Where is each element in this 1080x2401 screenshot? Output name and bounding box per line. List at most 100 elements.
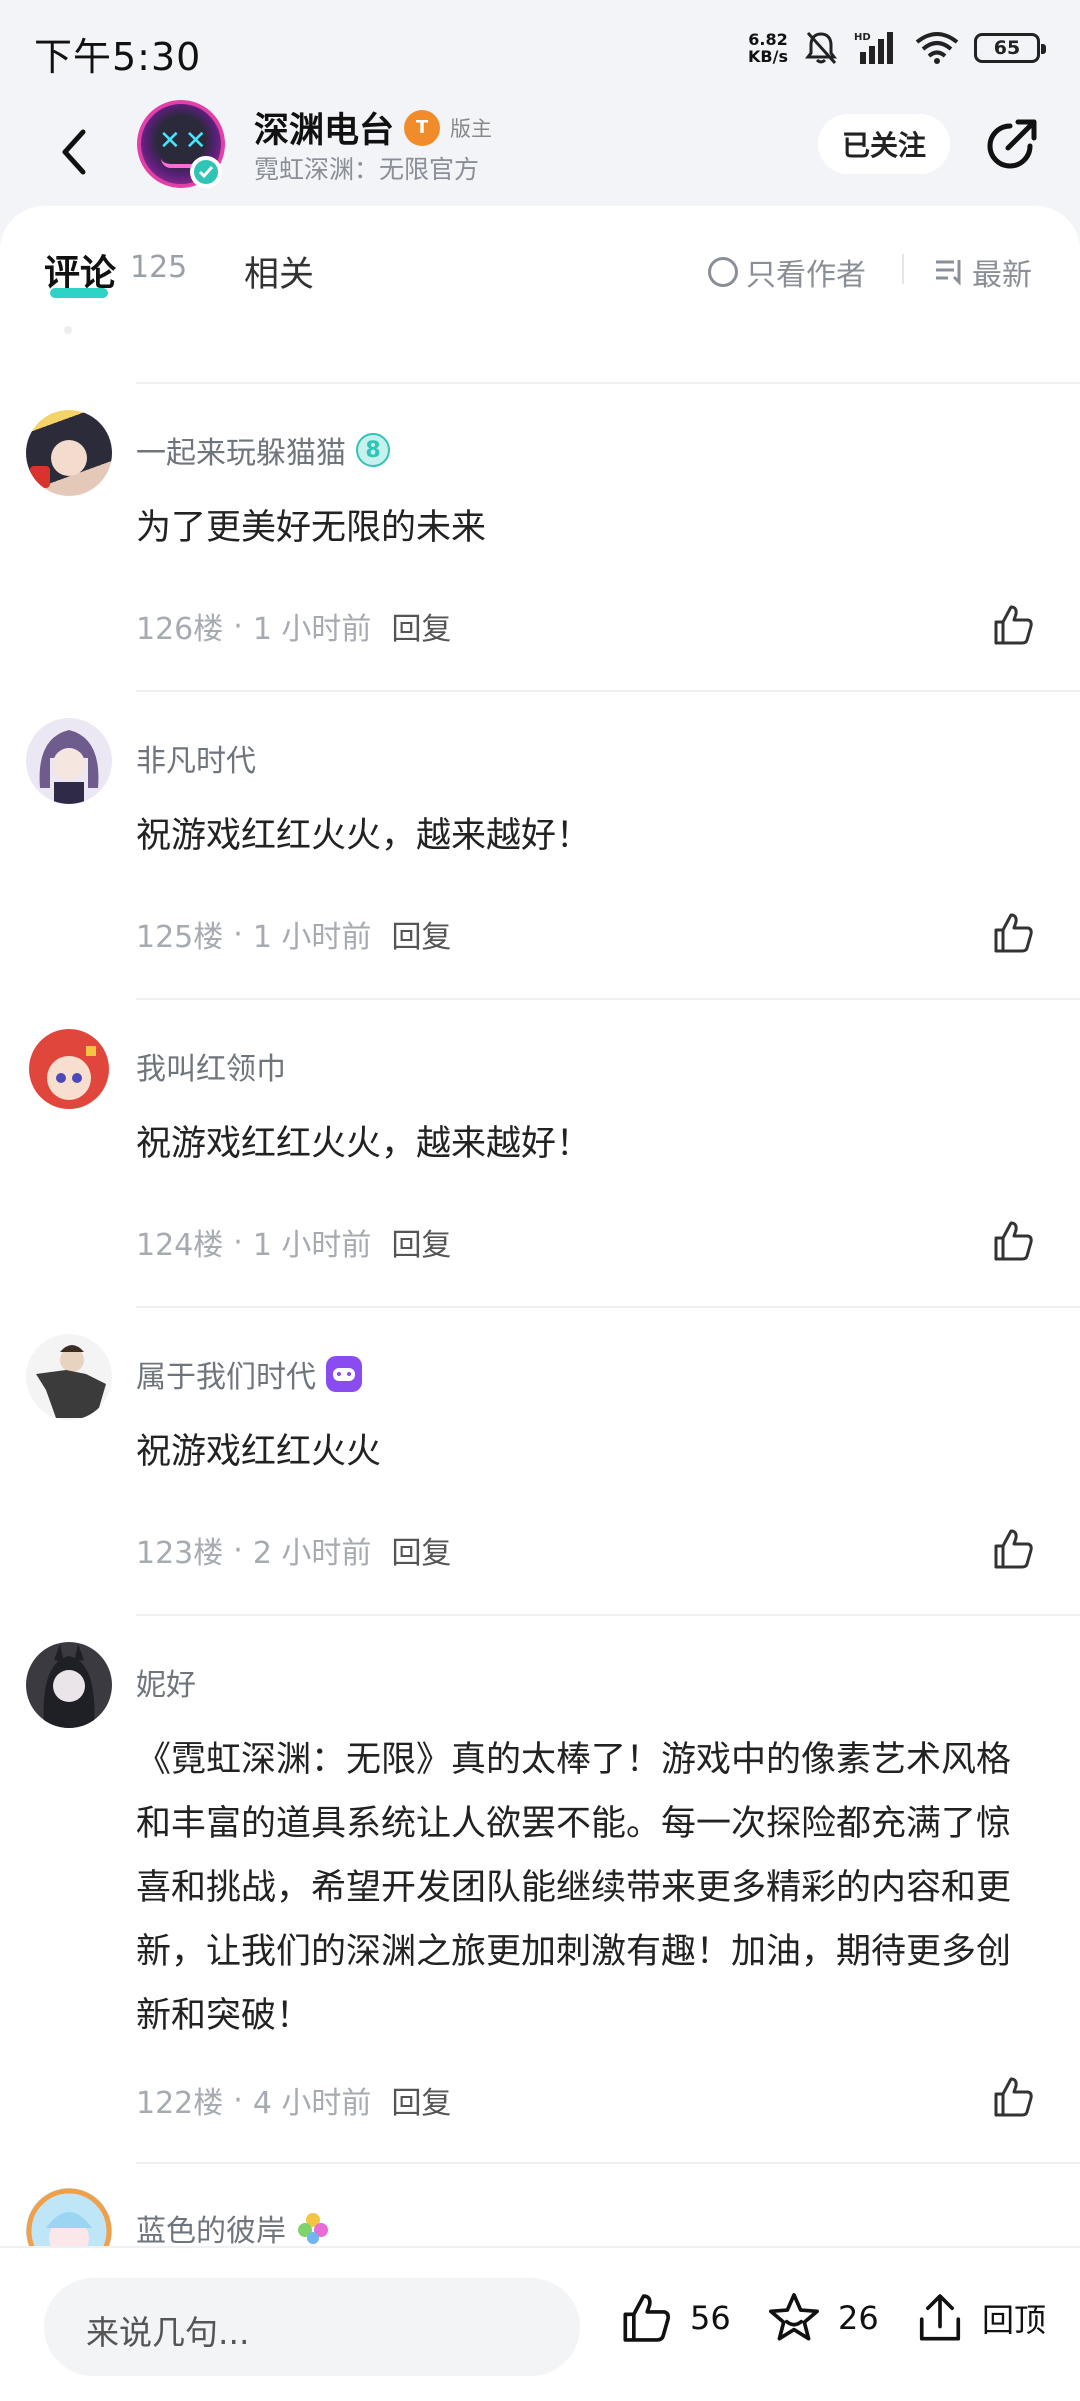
follow-button[interactable]: 已关注 [818,114,950,174]
like-icon[interactable] [990,1526,1036,1572]
comment-text: 为了更美好无限的未来 [136,508,487,548]
bottom-bar: 来说几句... 56 26 回顶 [0,2246,1080,2401]
avatar[interactable] [26,1026,112,1112]
comment-text: 祝游戏红红火火，越来越好！ [136,816,592,856]
comment-user: 属于我们时代 [136,1352,362,1396]
back-to-top-label: 回顶 [982,2301,1047,2339]
comment-time: 1 小时前 [252,612,372,647]
comment-text: 祝游戏红红火火 [136,1432,382,1472]
sort-label: 最新 [972,258,1032,293]
comment-floor: 123楼 [136,1536,224,1571]
comment-username[interactable]: 妮好 [136,1660,196,1704]
reply-button[interactable]: 回复 [391,1528,451,1572]
comment-time: 2 小时前 [252,1536,372,1571]
tab-separator [902,254,904,284]
comment-user: 一起来玩躲猫猫 8 [136,428,390,472]
comment-username[interactable]: 属于我们时代 [136,1352,316,1396]
comment-username[interactable]: 蓝色的彼岸 [136,2206,286,2246]
mute-bell-icon [805,31,837,65]
comment-item: 非凡时代 祝游戏红红火火，越来越好！ 125楼 · 1 小时前 回复 [0,692,1080,1000]
like-count: 56 [690,2299,731,2337]
author-only-toggle[interactable]: 只看作者 [708,250,866,294]
comment-user: 蓝色的彼岸 [136,2206,330,2246]
wifi-icon [915,32,959,64]
comment-time: 4 小时前 [252,2086,372,2121]
comment-user: 非凡时代 [136,736,256,780]
comment-meta: 124楼 · 1 小时前 回复 [136,1220,451,1264]
author-name[interactable]: 深渊电台 [254,102,394,153]
like-icon[interactable] [990,602,1036,648]
author-title-row: 深渊电台 T 版主 [254,102,492,153]
comment-item: 蓝色的彼岸 [0,2164,1080,2246]
sort-icon [936,260,961,286]
flower-badge-icon [298,2213,328,2244]
svg-text:HD: HD [854,32,871,43]
comments-card: 评论 125 相关 只看作者 最新 一起来玩躲猫猫 8 为了更美好无限的未来 1… [0,206,1080,2246]
avatar[interactable] [26,1334,112,1420]
author-subtitle: 霓虹深渊：无限官方 [254,155,480,184]
avatar[interactable] [26,410,112,496]
comment-floor: 124楼 [136,1228,224,1263]
scroll-remnant [64,326,72,334]
back-to-top-button[interactable]: 回顶 [912,2290,1046,2346]
thumbs-up-icon [623,2294,670,2342]
avatar[interactable] [26,1642,112,1728]
upload-icon [919,2294,961,2341]
comment-meta: 123楼 · 2 小时前 回复 [136,1528,451,1572]
status-bar: 下午5:30 6.82 KB/s HD 65 [0,0,1080,96]
share-button[interactable] [980,112,1044,176]
level-badge-icon: 8 [356,433,390,467]
share-icon [987,119,1037,169]
comment-meta: 122楼 · 4 小时前 回复 [136,2078,451,2122]
comment-item: 我叫红领巾 祝游戏红红火火，越来越好！ 124楼 · 1 小时前 回复 [0,1000,1080,1308]
like-icon[interactable] [990,2074,1036,2120]
comment-input[interactable]: 来说几句... [44,2278,580,2376]
author-only-label: 只看作者 [746,258,866,293]
favorite-count: 26 [838,2299,879,2337]
back-button[interactable] [44,112,104,192]
avatar[interactable] [26,718,112,804]
post-header: ✕✕ 深渊电台 T 版主 霓虹深渊：无限官方 已关注 [0,96,1080,208]
comment-floor: 125楼 [136,920,224,955]
comment-meta: 125楼 · 1 小时前 回复 [136,912,451,956]
role-tag: 版主 [450,116,493,141]
chevron-left-icon [62,129,86,175]
tab-active-indicator [50,288,108,298]
game-badge-icon [326,1356,362,1392]
comment-text: 《霓虹深渊：无限》真的太棒了！游戏中的像素艺术风格和丰富的道具系统让人欲罢不能。… [136,1740,1012,2036]
comment-input-placeholder: 来说几句... [86,2313,250,2352]
avatar-face-icon: ✕✕ [159,126,211,156]
status-time: 下午5:30 [34,35,202,79]
avatar[interactable] [26,2188,112,2246]
net-speed-unit: KB/s [748,47,788,66]
comment-item: 属于我们时代 祝游戏红红火火 123楼 · 2 小时前 回复 [0,1308,1080,1616]
reply-button[interactable]: 回复 [391,2078,451,2122]
net-speed-value: 6.82 [748,30,788,49]
battery-icon: 65 [974,33,1046,63]
reply-button[interactable]: 回复 [391,912,451,956]
comment-floor: 126楼 [136,612,224,647]
comment-text: 祝游戏红红火火，越来越好！ [136,1124,592,1164]
comments-count: 125 [130,250,188,285]
comment-user: 妮好 [136,1660,196,1704]
tab-related[interactable]: 相关 [244,246,314,297]
comment-username[interactable]: 一起来玩躲猫猫 [136,428,346,472]
screen: 下午5:30 6.82 KB/s HD 65 ✕✕ 深渊电台 T 版主 霓虹深渊… [0,0,1080,2401]
favorite-button[interactable]: 26 [764,2290,879,2346]
signal-icon: HD [854,32,893,64]
reply-button[interactable]: 回复 [391,604,451,648]
level-badge-icon: T [404,109,441,146]
comment-floor: 122楼 [136,2086,224,2121]
comment-meta: 126楼 · 1 小时前 回复 [136,604,451,648]
comment-item: 妮好 《霓虹深渊：无限》真的太棒了！游戏中的像素艺术风格和丰富的道具系统让人欲罢… [0,1616,1080,2164]
reply-button[interactable]: 回复 [391,1220,451,1264]
comment-username[interactable]: 非凡时代 [136,736,256,780]
comment-username[interactable]: 我叫红领巾 [136,1044,286,1088]
like-icon[interactable] [990,1218,1036,1264]
like-button[interactable]: 56 [616,2290,731,2346]
net-speed: 6.82 KB/s [748,31,788,65]
sort-latest-button[interactable]: 最新 [934,250,1032,294]
status-icons: 6.82 KB/s HD 65 [748,26,1046,70]
radio-circle-icon [708,257,738,287]
like-icon[interactable] [990,910,1036,956]
